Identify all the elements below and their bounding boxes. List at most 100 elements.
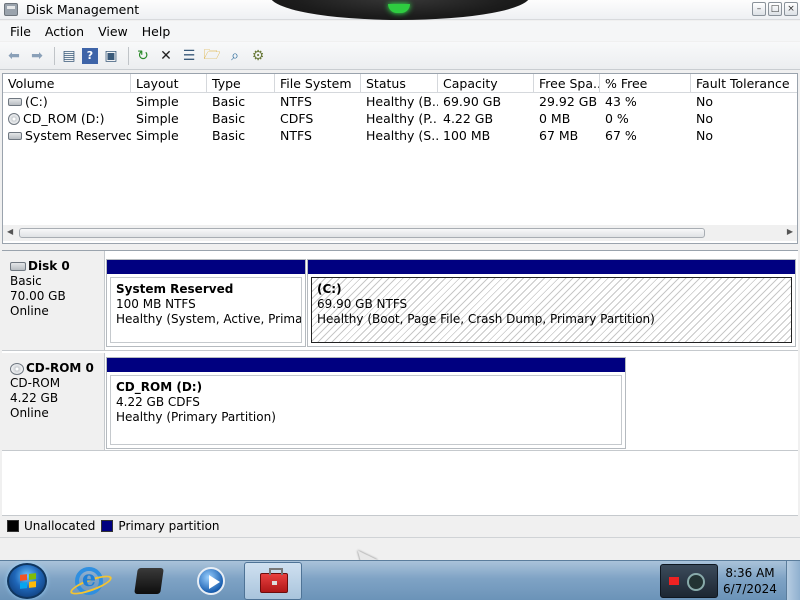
column-header-percent-free[interactable]: % Free bbox=[600, 74, 691, 93]
column-header-fault-tolerance[interactable]: Fault Tolerance bbox=[691, 74, 797, 93]
taskbar-media-player[interactable] bbox=[182, 562, 240, 600]
toolbox-icon bbox=[260, 568, 288, 593]
disk-name-line: Disk 0 bbox=[10, 259, 104, 274]
partition-c-drive[interactable]: (C:) 69.90 GB NTFS Healthy (Boot, Page F… bbox=[307, 259, 796, 347]
media-player-icon bbox=[197, 567, 225, 595]
disk-state: Online bbox=[10, 406, 49, 420]
disk-type: Basic bbox=[10, 274, 42, 288]
partition-size: 4.22 GB CDFS bbox=[116, 395, 200, 409]
scrollbar-thumb[interactable] bbox=[19, 228, 705, 238]
close-button[interactable]: × bbox=[784, 2, 798, 16]
taskbar: 8:36 AM 6/7/2024 bbox=[0, 560, 800, 600]
type-cell: Basic bbox=[212, 111, 246, 126]
delete-icon[interactable]: ✕ bbox=[156, 46, 176, 66]
volume-name: (C:) bbox=[25, 94, 48, 109]
horizontal-scrollbar[interactable]: ◀ ▶ bbox=[3, 225, 797, 241]
title-bar: Disk Management – □ × bbox=[0, 0, 800, 20]
menu-view[interactable]: View bbox=[91, 24, 135, 39]
menu-file[interactable]: File bbox=[3, 24, 38, 39]
explore-icon[interactable]: ⌕ bbox=[225, 46, 245, 66]
camera-notch bbox=[270, 0, 530, 20]
free-space-cell: 67 MB bbox=[539, 128, 579, 143]
show-desktop-button[interactable] bbox=[786, 561, 800, 600]
partition-title: System Reserved bbox=[116, 282, 234, 296]
volume-list-header: Volume Layout Type File System Status Ca… bbox=[3, 74, 797, 93]
free-space-cell: 0 MB bbox=[539, 111, 571, 126]
menu-action[interactable]: Action bbox=[38, 24, 91, 39]
clock-date: 6/7/2024 bbox=[723, 582, 777, 596]
open-folder-icon[interactable]: 🗁 bbox=[202, 46, 222, 66]
volume-name: CD_ROM (D:) bbox=[23, 111, 105, 126]
volume-row[interactable]: (C:) Simple Basic NTFS Healthy (B... 69.… bbox=[3, 93, 797, 110]
properties-icon[interactable]: ☰ bbox=[179, 46, 199, 66]
disk-name: CD-ROM 0 bbox=[26, 361, 94, 375]
partition-system-reserved[interactable]: System Reserved 100 MB NTFS Healthy (Sys… bbox=[106, 259, 306, 347]
percent-free-cell: 67 % bbox=[605, 128, 637, 143]
webcam-icon bbox=[687, 573, 705, 591]
partition-title: CD_ROM (D:) bbox=[116, 380, 203, 394]
hard-disk-icon bbox=[10, 262, 26, 271]
capacity-cell: 4.22 GB bbox=[443, 111, 494, 126]
menu-help[interactable]: Help bbox=[135, 24, 178, 39]
disk-info-panel[interactable]: CD-ROM 0 CD-ROM 4.22 GB Online bbox=[2, 353, 105, 450]
disk-icon bbox=[134, 568, 164, 594]
settings-icon[interactable]: ⚙ bbox=[248, 46, 268, 66]
hard-drive-icon bbox=[8, 131, 22, 140]
column-header-type[interactable]: Type bbox=[207, 74, 275, 93]
refresh-icon[interactable]: ↻ bbox=[133, 46, 153, 66]
status-cell: Healthy (B... bbox=[366, 94, 438, 109]
start-button[interactable] bbox=[7, 563, 47, 599]
hard-drive-icon bbox=[8, 97, 22, 106]
partition-status: Healthy (System, Active, Primary Pa bbox=[116, 312, 302, 326]
disk-size: 70.00 GB bbox=[10, 289, 66, 303]
forward-arrow-icon[interactable]: ➡ bbox=[27, 46, 47, 66]
menu-bar: File Action View Help bbox=[0, 21, 800, 41]
partition-body: CD_ROM (D:) 4.22 GB CDFS Healthy (Primar… bbox=[110, 375, 622, 445]
column-header-layout[interactable]: Layout bbox=[131, 74, 207, 93]
primary-partition-bar bbox=[107, 358, 625, 372]
layout-cell: Simple bbox=[136, 94, 179, 109]
red-indicator-icon bbox=[669, 577, 679, 585]
fault-tolerance-cell: No bbox=[696, 128, 713, 143]
window-controls: – □ × bbox=[752, 2, 798, 16]
column-header-capacity[interactable]: Capacity bbox=[438, 74, 534, 93]
volume-list: Volume Layout Type File System Status Ca… bbox=[2, 73, 798, 244]
layout-cell: Simple bbox=[136, 128, 179, 143]
taskbar-internet-explorer[interactable] bbox=[60, 562, 118, 600]
taskbar-disk-app[interactable] bbox=[120, 562, 178, 600]
notification-area-thumbnail[interactable] bbox=[660, 564, 718, 598]
windows-logo-icon bbox=[20, 573, 36, 589]
volume-name-cell: System Reserved bbox=[3, 127, 131, 144]
volume-row[interactable]: CD_ROM (D:) Simple Basic CDFS Healthy (P… bbox=[3, 110, 797, 127]
column-header-volume[interactable]: Volume bbox=[3, 74, 131, 93]
disk-state: Online bbox=[10, 304, 49, 318]
disk-management-app-icon bbox=[4, 3, 18, 16]
partition-body-selected: (C:) 69.90 GB NTFS Healthy (Boot, Page F… bbox=[311, 277, 792, 343]
fault-tolerance-cell: No bbox=[696, 94, 713, 109]
show-hide-console-tree-icon[interactable]: ▤ bbox=[59, 46, 79, 66]
taskbar-computer-management[interactable] bbox=[244, 562, 302, 600]
column-header-free-space[interactable]: Free Spa... bbox=[534, 74, 600, 93]
minimize-button[interactable]: – bbox=[752, 2, 766, 16]
scroll-left-icon[interactable]: ◀ bbox=[7, 227, 13, 236]
help-icon[interactable]: ? bbox=[82, 47, 98, 64]
show-hide-action-pane-icon[interactable]: ▣ bbox=[101, 46, 121, 66]
status-bar bbox=[0, 537, 800, 559]
free-space-cell: 29.92 GB bbox=[539, 94, 598, 109]
disk-size: 4.22 GB bbox=[10, 391, 59, 405]
system-clock[interactable]: 8:36 AM 6/7/2024 bbox=[720, 565, 780, 597]
partition-title: (C:) bbox=[317, 282, 342, 296]
column-header-status[interactable]: Status bbox=[361, 74, 438, 93]
maximize-button[interactable]: □ bbox=[768, 2, 782, 16]
column-header-file-system[interactable]: File System bbox=[275, 74, 361, 93]
clock-time: 8:36 AM bbox=[725, 566, 775, 580]
type-cell: Basic bbox=[212, 128, 246, 143]
back-arrow-icon[interactable]: ⬅ bbox=[4, 46, 24, 66]
disk-info-panel[interactable]: Disk 0 Basic 70.00 GB Online bbox=[2, 251, 105, 350]
file-system-cell: NTFS bbox=[280, 128, 312, 143]
layout-cell: Simple bbox=[136, 111, 179, 126]
toolbar-separator bbox=[54, 46, 55, 65]
scroll-right-icon[interactable]: ▶ bbox=[787, 227, 793, 236]
volume-row[interactable]: System Reserved Simple Basic NTFS Health… bbox=[3, 127, 797, 144]
partition-cd-rom-d[interactable]: CD_ROM (D:) 4.22 GB CDFS Healthy (Primar… bbox=[106, 357, 626, 449]
